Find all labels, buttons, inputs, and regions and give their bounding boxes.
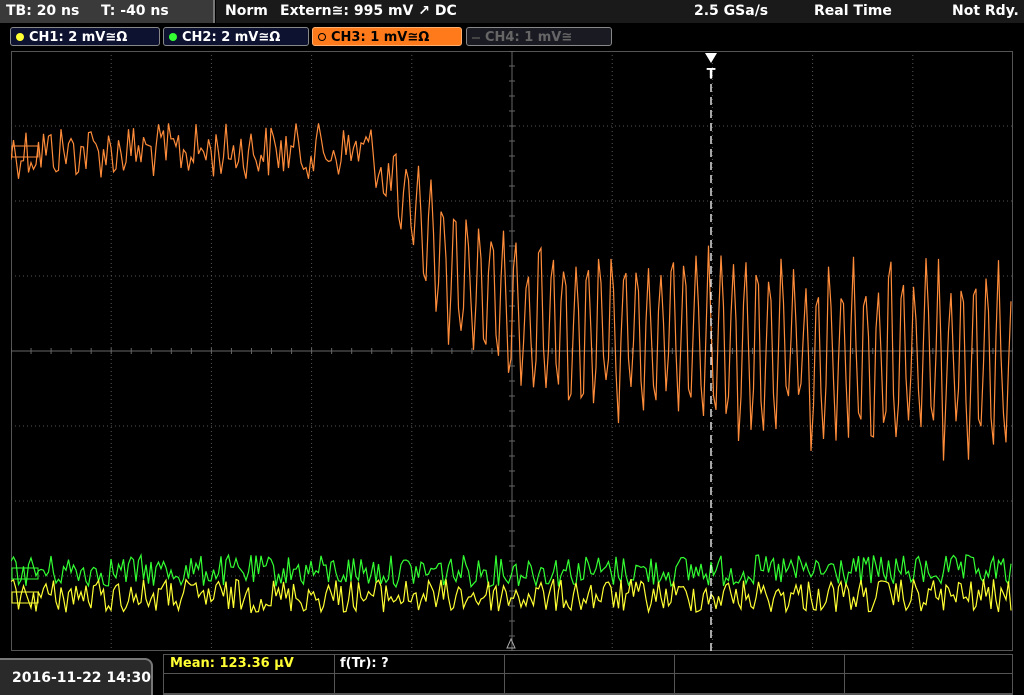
acquisition-mode[interactable]: Real Time	[814, 3, 892, 19]
channel-offset-markers	[11, 145, 39, 604]
acquisition-status: Not Rdy.	[952, 3, 1019, 19]
channel-4-tab[interactable]: CH4: 1 mV≅	[466, 27, 612, 46]
bottom-bar: 2016-11-22 14:30 Mean: 123.36 µV f(Tr): …	[0, 654, 1024, 695]
trigger-time-value[interactable]: T: -40 ns	[101, 3, 169, 19]
measurement-cell-6[interactable]	[164, 674, 335, 694]
channel-2-indicator-icon	[169, 33, 177, 41]
channel-3-indicator-icon	[318, 33, 326, 41]
measurement-cell-3[interactable]	[505, 655, 675, 674]
measurement-cell-7[interactable]	[335, 674, 505, 694]
channel-1-tab[interactable]: CH1: 2 mV≅Ω	[10, 27, 160, 46]
channel-1-label: CH1: 2 mV≅Ω	[29, 30, 128, 45]
horizontal-center-marker-icon	[506, 637, 516, 649]
measurement-cell-10[interactable]	[845, 674, 1013, 694]
measurement-cell-9[interactable]	[675, 674, 845, 694]
trigger-label: T	[707, 67, 716, 82]
trigger-marker[interactable]: T	[705, 53, 717, 651]
measurement-cell-8[interactable]	[505, 674, 675, 694]
channel-2-label: CH2: 2 mV≅Ω	[182, 30, 281, 45]
waveform-plot[interactable]: T	[11, 51, 1013, 651]
measurement-cell-4[interactable]	[675, 655, 845, 674]
waveform-traces	[11, 123, 1012, 615]
acquisition-panel: Norm Extern≅: 995 mV ↗ DC 2.5 GSa/s Real…	[216, 0, 1024, 23]
channel-4-indicator-icon	[472, 37, 480, 39]
trigger-source[interactable]: Extern≅: 995 mV ↗ DC	[280, 3, 457, 19]
status-bar: TB: 20 ns T: -40 ns Norm Extern≅: 995 mV…	[0, 0, 1024, 25]
channel-3-tab[interactable]: CH3: 1 mV≅Ω	[312, 27, 462, 46]
mean-measurement: Mean: 123.36 µV	[170, 656, 294, 671]
trigger-arrow-icon[interactable]	[705, 53, 717, 63]
channel-2-tab[interactable]: CH2: 2 mV≅Ω	[163, 27, 309, 46]
timebase-panel[interactable]: TB: 20 ns T: -40 ns	[0, 0, 215, 23]
channel-tabs: CH1: 2 mV≅Ω CH2: 2 mV≅Ω CH3: 1 mV≅Ω CH4:…	[0, 26, 1024, 48]
rise-time-frequency-measurement: f(Tr): ?	[340, 656, 389, 671]
channel-3-trace	[11, 123, 1012, 461]
channel-1-indicator-icon	[16, 33, 24, 41]
trigger-mode[interactable]: Norm	[225, 3, 268, 19]
channel-3-label: CH3: 1 mV≅Ω	[331, 30, 430, 45]
datetime: 2016-11-22 14:30	[12, 670, 151, 686]
datetime-box: 2016-11-22 14:30	[0, 658, 153, 695]
measurement-panel: Mean: 123.36 µV f(Tr): ?	[163, 654, 1013, 695]
channel-4-label: CH4: 1 mV≅	[485, 30, 573, 45]
measurement-cell-5[interactable]	[845, 655, 1013, 674]
timebase-value[interactable]: TB: 20 ns	[6, 3, 79, 19]
sample-rate[interactable]: 2.5 GSa/s	[694, 3, 768, 19]
